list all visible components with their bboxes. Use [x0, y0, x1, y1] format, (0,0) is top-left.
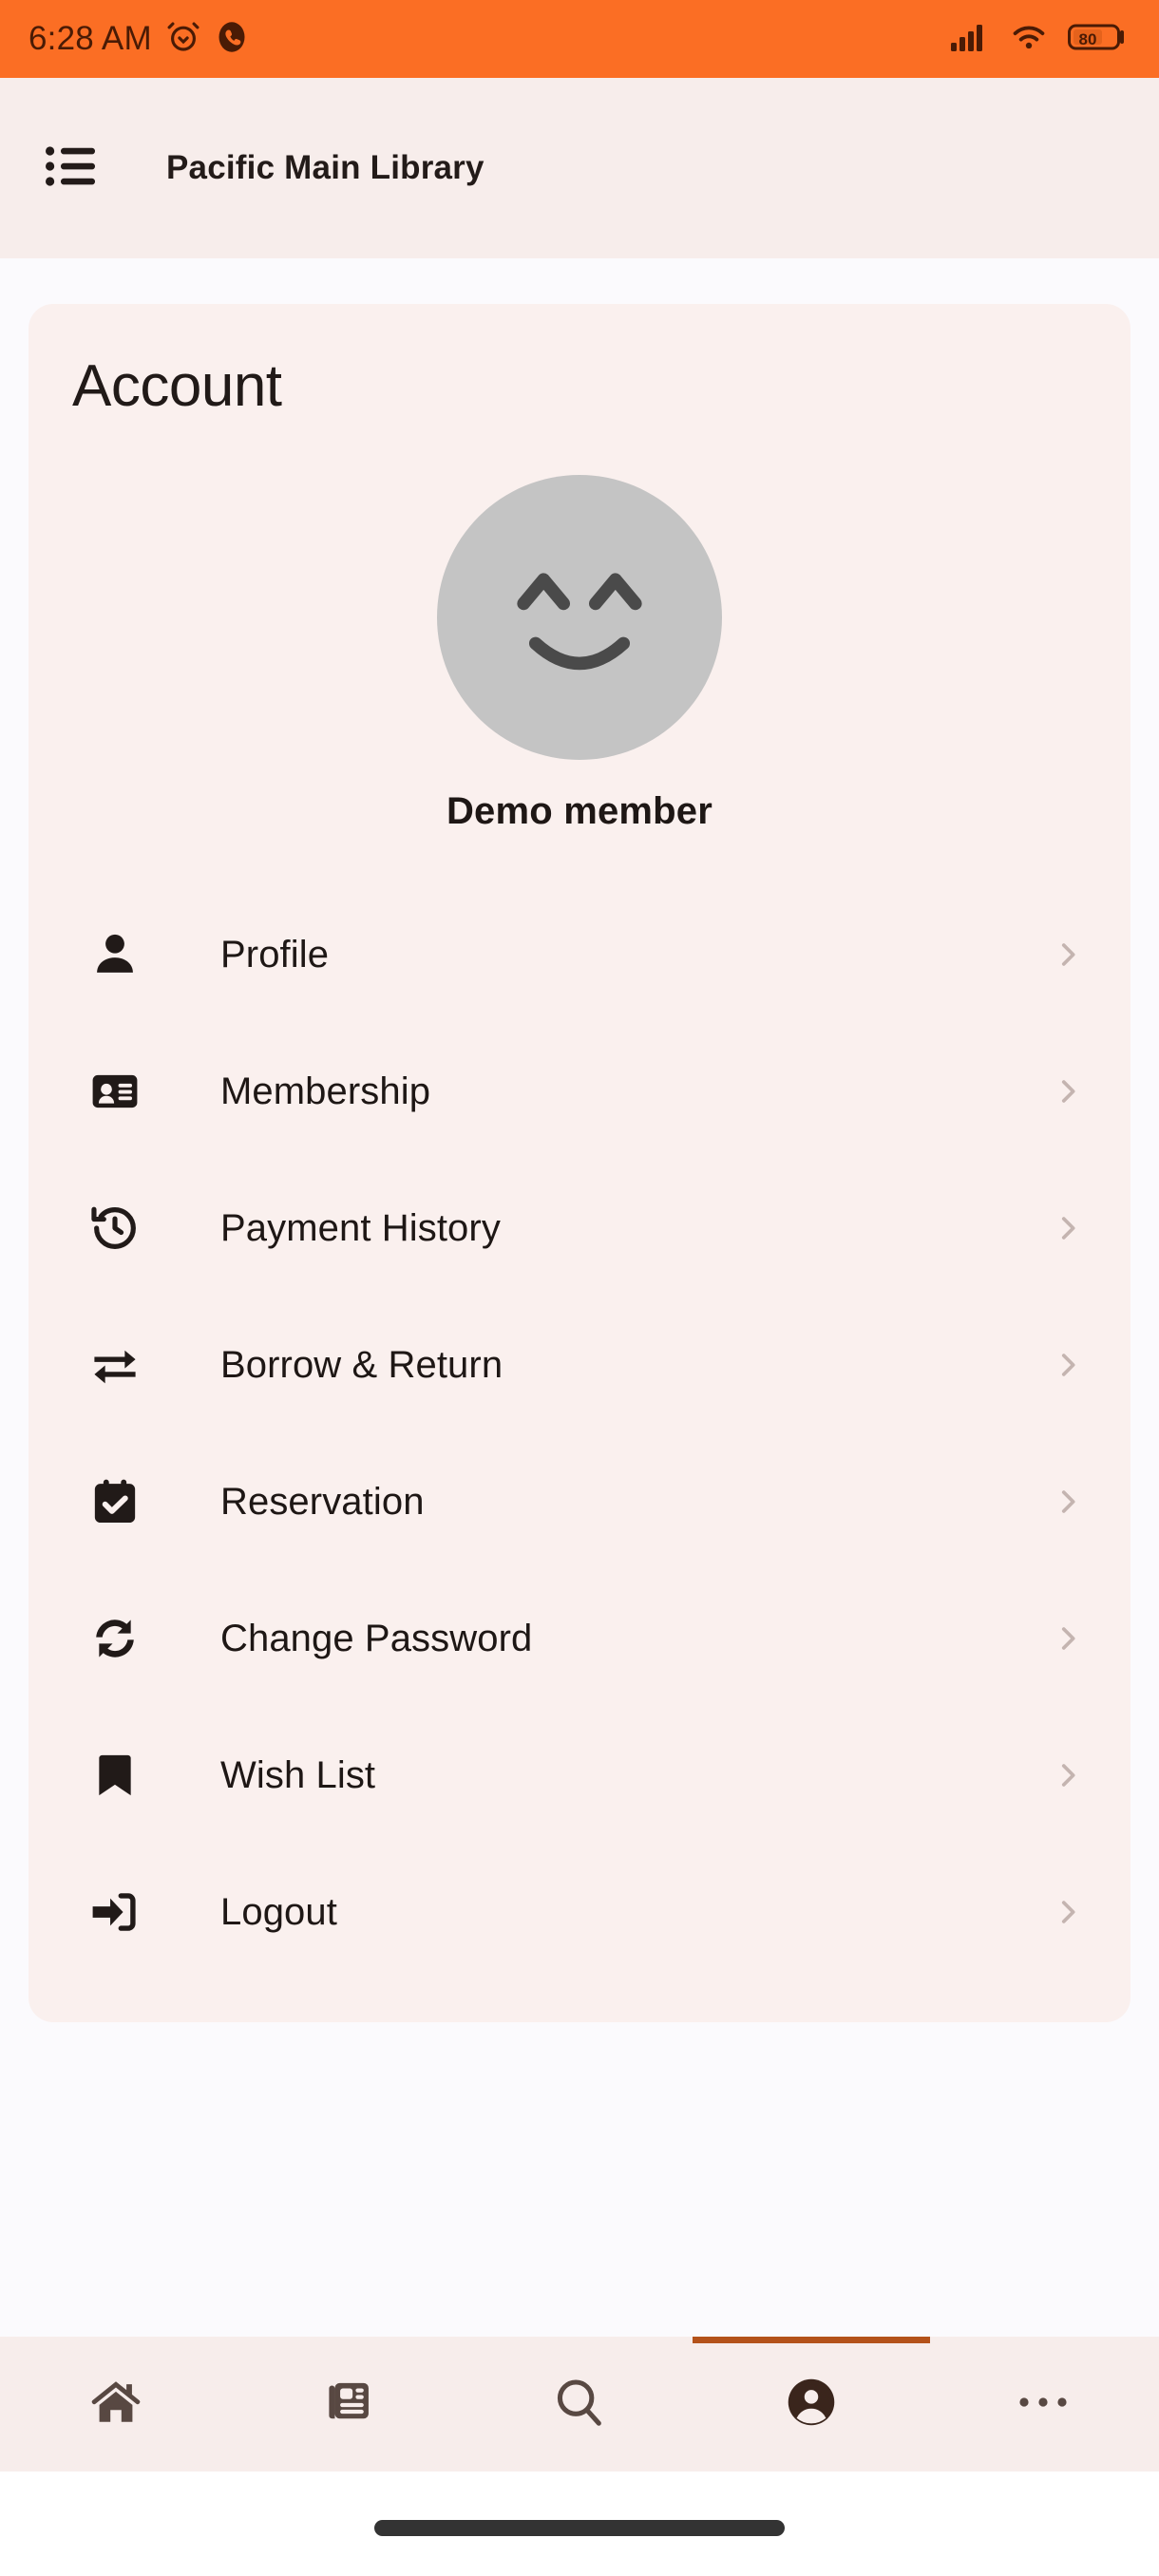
menu-item-membership[interactable]: Membership [28, 1023, 1130, 1160]
avatar[interactable] [437, 475, 722, 760]
menu-item-label: Change Password [220, 1617, 533, 1659]
chevron-right-icon [1049, 1896, 1087, 1928]
menu-item-label: Wish List [220, 1753, 376, 1796]
phone-screen: 6:28 AM 80 Pacific Main Library Account … [0, 0, 1159, 2576]
history-clock-icon [89, 1203, 150, 1254]
phone-call-icon [215, 20, 249, 59]
menu-item-logout[interactable]: Logout [28, 1844, 1130, 1980]
id-card-icon [89, 1066, 150, 1117]
member-name: Demo member [446, 790, 713, 832]
nav-item-account[interactable] [695, 2337, 927, 2472]
menu-item-label: Borrow & Return [220, 1343, 504, 1386]
status-bar: 6:28 AM 80 [0, 0, 1159, 78]
menu-item-payment-history[interactable]: Payment History [28, 1160, 1130, 1297]
menu-item-label: Profile [220, 933, 330, 975]
menu-item-reservation[interactable]: Reservation [28, 1433, 1130, 1570]
nav-item-more[interactable] [927, 2337, 1159, 2472]
smiley-face-avatar [480, 516, 679, 720]
page-content: Account Demo member Profile Membership P… [0, 258, 1159, 2022]
chevron-right-icon [1049, 1212, 1087, 1244]
newspaper-icon [321, 2376, 374, 2434]
search-icon [552, 2375, 607, 2434]
account-menu-list: Profile Membership Payment History Borro… [28, 886, 1130, 1980]
home-icon [88, 2375, 143, 2434]
nav-item-home[interactable] [0, 2337, 232, 2472]
menu-item-wish-list[interactable]: Wish List [28, 1707, 1130, 1844]
menu-item-label: Logout [220, 1890, 337, 1933]
account-icon [785, 2376, 838, 2434]
cellular-signal-icon [950, 22, 990, 57]
home-gesture-bar[interactable] [374, 2520, 785, 2536]
nav-item-catalog[interactable] [232, 2337, 464, 2472]
app-bar: Pacific Main Library [0, 78, 1159, 258]
battery-icon: 80 [1068, 22, 1127, 57]
alarm-clock-icon [165, 19, 201, 60]
app-bar-title: Pacific Main Library [166, 149, 484, 186]
list-menu-icon [46, 145, 99, 192]
logout-icon [89, 1886, 150, 1938]
nav-item-search[interactable] [464, 2337, 695, 2472]
menu-button[interactable] [38, 134, 106, 202]
menu-item-borrow-return[interactable]: Borrow & Return [28, 1297, 1130, 1433]
bottom-navigation-bar [0, 2337, 1159, 2472]
status-bar-right: 80 [950, 22, 1127, 57]
chevron-right-icon [1049, 1486, 1087, 1518]
menu-item-change-password[interactable]: Change Password [28, 1570, 1130, 1707]
swap-arrows-icon [89, 1339, 150, 1391]
account-card: Account Demo member Profile Membership P… [28, 304, 1130, 2022]
chevron-right-icon [1049, 1759, 1087, 1791]
sync-arrows-icon [89, 1613, 150, 1664]
menu-item-label: Reservation [220, 1480, 425, 1523]
system-gesture-area [0, 2472, 1159, 2576]
status-bar-clock: 6:28 AM [28, 20, 152, 57]
battery-level-text: 80 [1079, 30, 1097, 48]
calendar-check-icon [89, 1476, 150, 1527]
menu-item-profile[interactable]: Profile [28, 886, 1130, 1023]
chevron-right-icon [1049, 1622, 1087, 1655]
status-bar-left: 6:28 AM [28, 19, 249, 60]
chevron-right-icon [1049, 1075, 1087, 1108]
page-title: Account [72, 353, 282, 419]
profile-header: Demo member [28, 475, 1130, 833]
chevron-right-icon [1049, 1349, 1087, 1381]
menu-item-label: Payment History [220, 1206, 501, 1249]
chevron-right-icon [1049, 938, 1087, 971]
bookmark-icon [89, 1750, 150, 1801]
wifi-icon [1009, 22, 1049, 57]
person-icon [89, 929, 150, 980]
more-icon [1016, 2393, 1070, 2416]
menu-item-label: Membership [220, 1070, 431, 1112]
